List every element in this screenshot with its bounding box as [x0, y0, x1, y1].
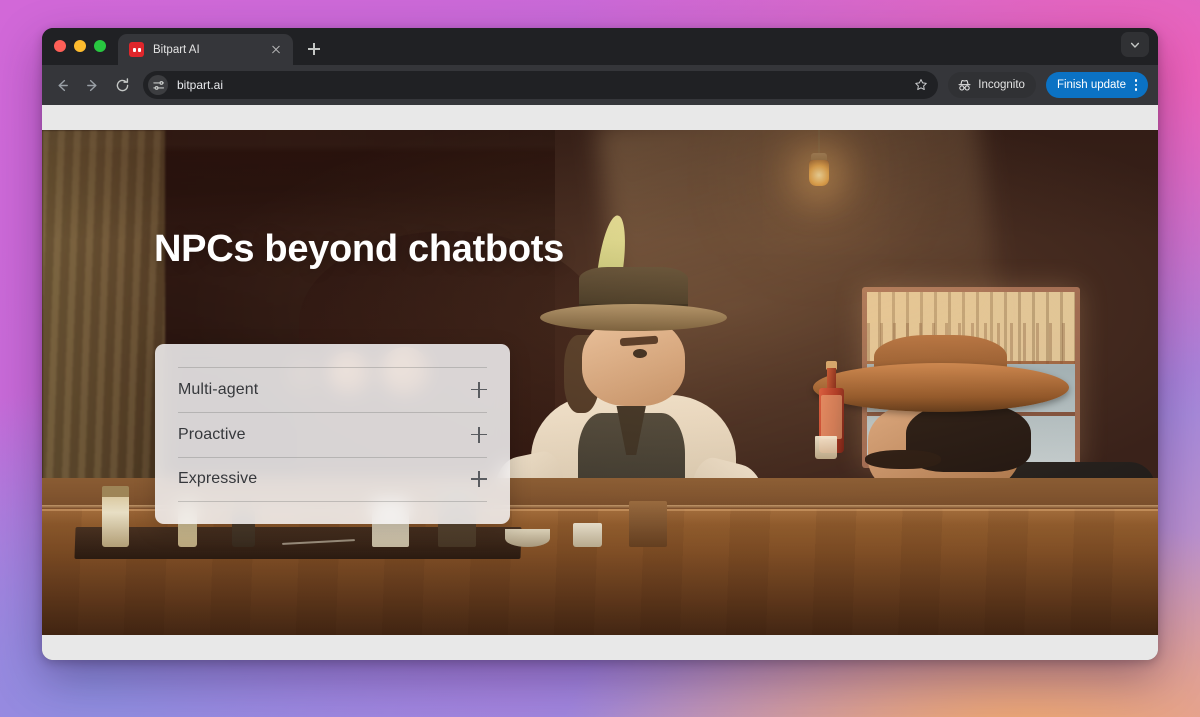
browser-toolbar: bitpart.ai Incognito Finish update [42, 65, 1158, 105]
lantern-glass [809, 160, 830, 187]
address-bar[interactable]: bitpart.ai [143, 71, 939, 99]
counter-jar-large [102, 493, 130, 547]
page-viewport: NPCs beyond chatbots Multi-agent Proacti… [42, 105, 1158, 660]
accordion-item-label: Multi-agent [178, 380, 259, 398]
cowboy-moustache [864, 449, 941, 469]
shot-glass [815, 435, 837, 459]
accordion-item-label: Expressive [178, 470, 258, 487]
browser-menu-icon[interactable] [1128, 79, 1144, 91]
accordion-item-multi-agent[interactable]: Multi-agent [178, 366, 487, 412]
bartender-hat [539, 266, 728, 332]
bottle-neck [826, 367, 837, 390]
tab-title: Bitpart AI [153, 43, 200, 56]
page-title: NPCs beyond chatbots [154, 228, 564, 270]
feature-accordion: Multi-agent Proactive Expressive [155, 344, 510, 524]
incognito-icon [957, 78, 972, 93]
tab-strip: Bitpart AI [42, 28, 1158, 65]
incognito-indicator[interactable]: Incognito [948, 72, 1036, 98]
accordion-item-proactive[interactable]: Proactive [178, 411, 487, 457]
site-settings-icon[interactable] [148, 75, 168, 95]
minimize-window-button[interactable] [74, 39, 86, 52]
hanging-lantern [806, 130, 832, 194]
accordion-item-expressive[interactable]: Expressive [178, 456, 487, 502]
counter-jar-large-lid [102, 485, 130, 497]
hero-section: NPCs beyond chatbots Multi-agent Proacti… [42, 130, 1158, 635]
reload-icon[interactable] [108, 71, 136, 99]
browser-window: Bitpart AI bitpart.ai Incognito Finish u… [42, 28, 1158, 660]
incognito-label: Incognito [978, 79, 1025, 91]
accordion-item-label: Proactive [178, 425, 246, 443]
browser-tab[interactable]: Bitpart AI [118, 34, 293, 65]
close-icon[interactable] [268, 42, 284, 58]
counter-shaker [573, 523, 603, 547]
url-text[interactable]: bitpart.ai [177, 78, 910, 92]
forward-icon[interactable] [78, 71, 106, 99]
bookmark-star-icon[interactable] [910, 74, 932, 96]
bottle-label [820, 395, 843, 439]
close-window-button[interactable] [54, 39, 66, 52]
new-tab-button[interactable] [301, 36, 327, 62]
window-controls [54, 28, 106, 65]
plus-icon[interactable] [471, 471, 487, 487]
page-top-band [42, 105, 1158, 130]
chevron-down-icon[interactable] [1121, 32, 1149, 57]
plus-icon[interactable] [471, 426, 487, 443]
finish-update-label: Finish update [1056, 79, 1126, 91]
counter-mug [629, 501, 667, 547]
cowboy-hat-brim [812, 363, 1069, 413]
lantern-chain [818, 130, 821, 155]
finish-update-button[interactable]: Finish update [1045, 72, 1148, 98]
back-icon[interactable] [48, 71, 76, 99]
counter-nut-bowl [505, 529, 550, 547]
plus-icon[interactable] [471, 381, 487, 398]
cowboy-hat [812, 335, 1069, 425]
page-bottom-band [42, 635, 1158, 660]
maximize-window-button[interactable] [94, 39, 106, 52]
hat-brim [539, 303, 728, 332]
bitpart-logo-icon [129, 42, 144, 57]
